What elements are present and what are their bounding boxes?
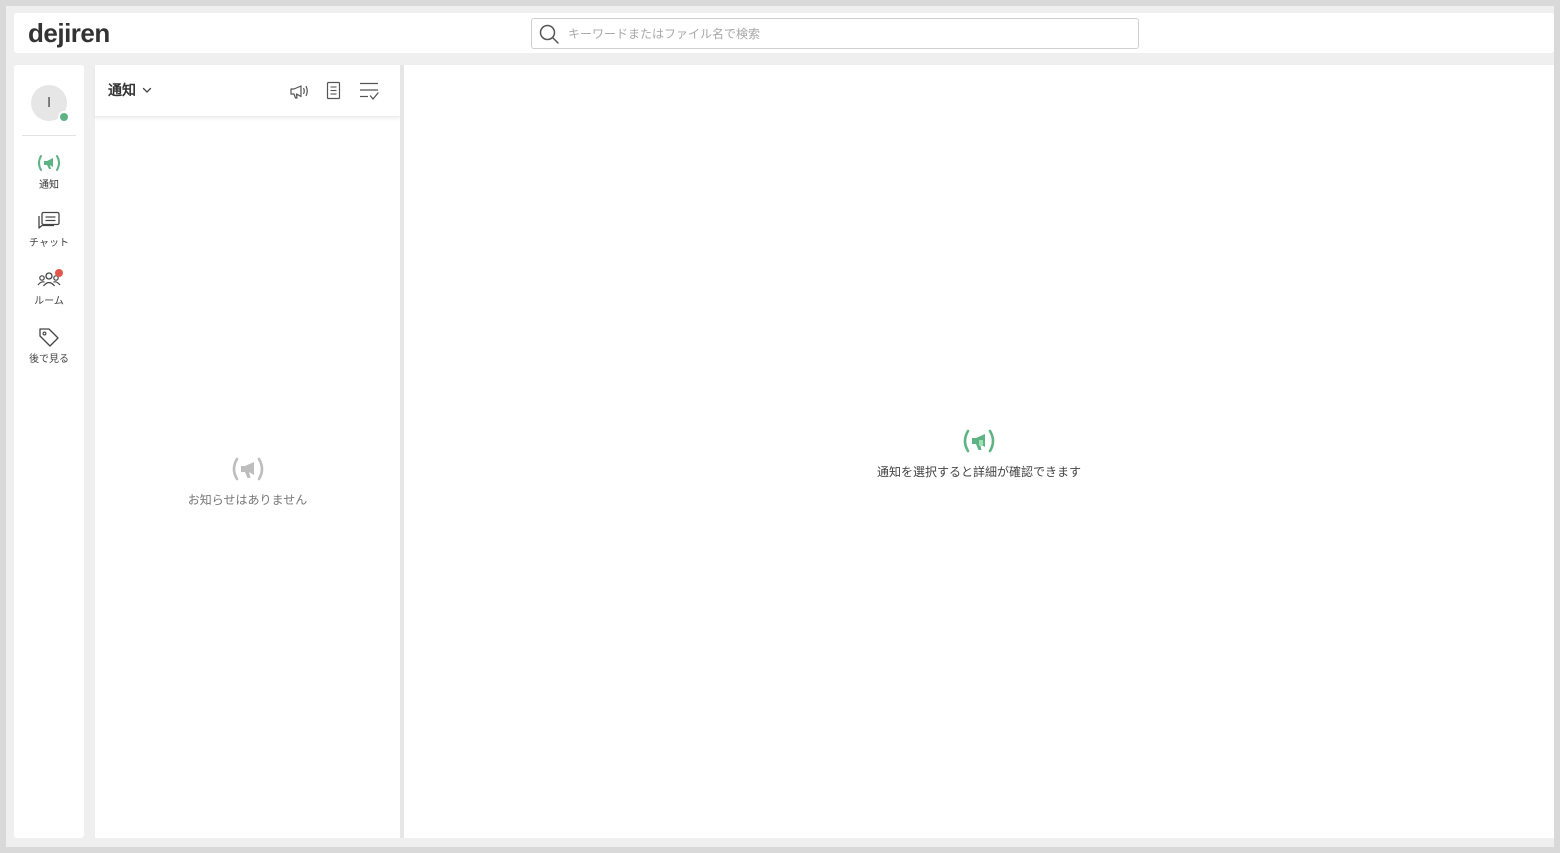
empty-detail-message: 通知を選択すると詳細が確認できます <box>876 465 1081 479</box>
notification-filter-dropdown[interactable]: 通知 <box>108 80 152 100</box>
top-header: dejiren <box>14 13 1554 53</box>
avatar[interactable]: I <box>31 85 70 123</box>
empty-list-message: お知らせはありません <box>187 493 308 507</box>
search-input[interactable] <box>568 23 1128 45</box>
nav-label-watch-later: 後で見る <box>29 354 69 365</box>
left-nav-rail: I 通知 チャット ルーム 後で見る <box>14 65 84 838</box>
megaphone-icon <box>38 155 60 171</box>
nav-item-rooms[interactable]: ルーム <box>14 269 84 321</box>
document-icon[interactable] <box>322 80 346 102</box>
empty-detail-state: 通知を選択すると詳細が確認できます <box>404 427 1554 480</box>
megaphone-icon <box>232 457 263 481</box>
rail-divider <box>22 135 76 136</box>
mark-all-read-icon[interactable] <box>357 80 381 102</box>
app-logo[interactable]: dejiren <box>28 18 110 49</box>
search-icon[interactable] <box>538 23 560 45</box>
tag-icon <box>39 328 59 347</box>
nav-label-chat: チャット <box>29 238 69 249</box>
nav-label-rooms: ルーム <box>34 296 64 307</box>
online-status-dot <box>58 111 70 123</box>
announcement-icon[interactable] <box>287 80 311 102</box>
megaphone-icon <box>963 429 995 453</box>
list-title: 通知 <box>108 83 136 99</box>
nav-item-notifications[interactable]: 通知 <box>14 153 84 205</box>
list-header: 通知 <box>95 65 400 117</box>
chevron-down-icon <box>142 87 152 93</box>
nav-item-watch-later[interactable]: 後で見る <box>14 327 84 379</box>
avatar-initial: I <box>47 95 51 111</box>
nav-item-chat[interactable]: チャット <box>14 211 84 263</box>
search-box[interactable] <box>531 18 1139 49</box>
chat-icon <box>38 211 60 229</box>
notification-list-panel: 通知 お知らせはありません <box>95 65 400 838</box>
nav-label-notifications: 通知 <box>39 180 59 191</box>
empty-list-state: お知らせはありません <box>95 455 400 508</box>
notification-detail-panel: 通知を選択すると詳細が確認できます <box>404 65 1554 838</box>
rooms-unread-badge <box>55 269 63 277</box>
